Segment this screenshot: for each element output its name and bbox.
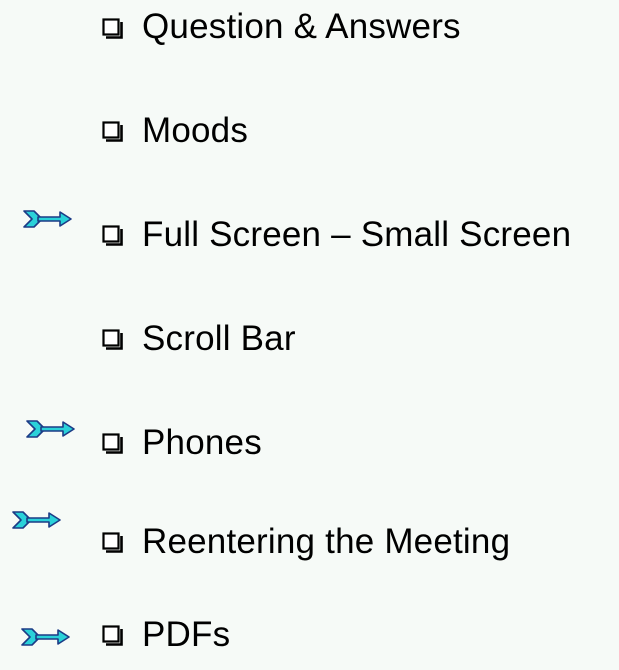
list-item-moods: Moods — [0, 104, 619, 164]
double-arrow-icon — [26, 420, 75, 438]
topic-list: Question & Answers Moods Full Screen – S… — [0, 0, 619, 658]
double-arrow-icon — [21, 628, 70, 646]
list-item-phones: Phones — [0, 416, 619, 476]
list-item-scroll-bar: Scroll Bar — [0, 312, 619, 372]
list-item-pdfs: PDFs — [0, 610, 619, 670]
checkbox-icon — [102, 625, 123, 646]
item-label: PDFs — [142, 615, 231, 654]
list-item-reentering-the-meeting: Reentering the Meeting — [0, 511, 619, 580]
item-label: Reentering the Meeting — [142, 522, 511, 561]
item-label: Full Screen – Small Screen — [142, 215, 572, 254]
double-arrow-icon — [12, 511, 61, 529]
checkbox-icon — [102, 433, 123, 454]
item-label: Scroll Bar — [142, 319, 296, 358]
list-item-question-answers: Question & Answers — [0, 0, 619, 60]
list-item-full-screen-small-screen: Full Screen – Small Screen — [0, 208, 619, 268]
item-label: Moods — [142, 111, 249, 150]
item-label: Question & Answers — [142, 7, 461, 46]
checkbox-icon — [102, 225, 123, 246]
checkbox-icon — [102, 121, 123, 142]
checkbox-icon — [102, 532, 123, 553]
item-label: Phones — [142, 423, 262, 462]
double-arrow-icon — [23, 210, 72, 228]
checkbox-icon — [102, 18, 123, 39]
checkbox-icon — [102, 329, 123, 350]
